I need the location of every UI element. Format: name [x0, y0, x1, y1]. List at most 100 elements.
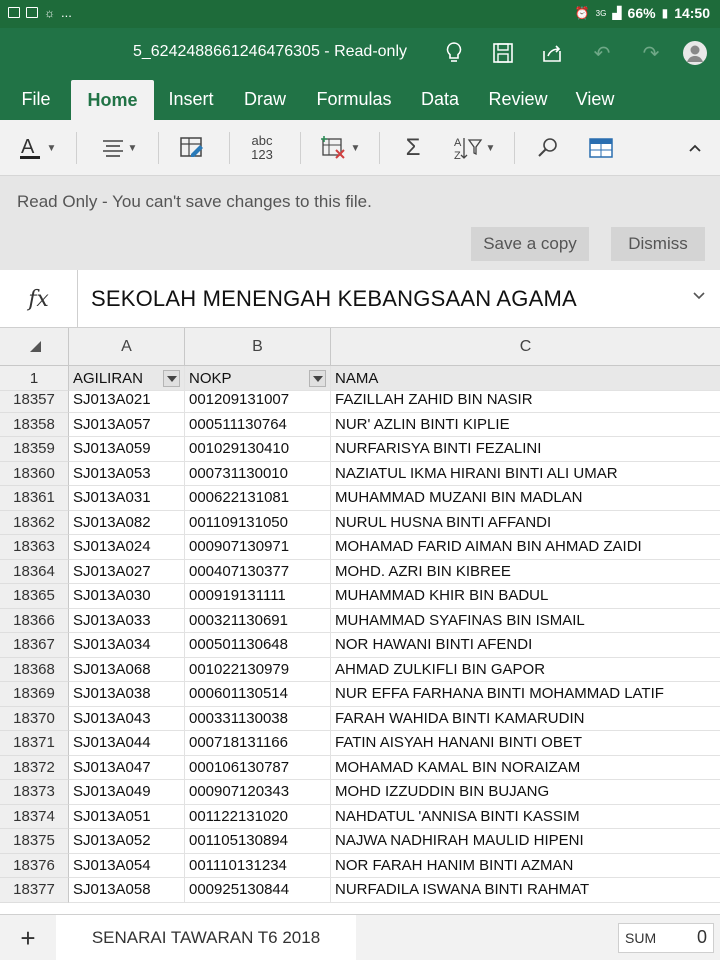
- cell-nokp[interactable]: 000919131111: [185, 584, 331, 609]
- row-number[interactable]: 18370: [0, 706, 69, 731]
- save-a-copy-button[interactable]: Save a copy: [471, 227, 589, 261]
- tab-review[interactable]: Review: [481, 78, 555, 120]
- cell-nama[interactable]: AHMAD ZULKIFLI BIN GAPOR: [331, 658, 720, 682]
- cell-nama[interactable]: MUHAMMAD KHIR BIN BADUL: [331, 584, 720, 609]
- spreadsheet-grid[interactable]: A B C 18357 SJ013A021 001209131007 FAZILLAH…: [0, 328, 720, 914]
- row-number[interactable]: 18375: [0, 829, 69, 854]
- cell-agiliran[interactable]: SJ013A068: [69, 657, 185, 682]
- cell-nokp[interactable]: 001209131007: [185, 388, 331, 413]
- cell-nama[interactable]: MUHAMMAD MUZANI BIN MADLAN: [331, 486, 720, 511]
- cell-nokp[interactable]: 001029130410: [185, 437, 331, 462]
- autosum-icon[interactable]: Σ: [398, 128, 428, 168]
- sort-filter-icon[interactable]: AZ ▼: [450, 128, 498, 168]
- cell-agiliran[interactable]: SJ013A059: [69, 437, 185, 462]
- row-number[interactable]: 18361: [0, 486, 69, 511]
- cell-nokp[interactable]: 001110131234: [185, 853, 331, 878]
- tab-file[interactable]: File: [10, 78, 62, 120]
- cell-nama[interactable]: MUHAMMAD SYAFINAS BIN ISMAIL: [331, 609, 720, 633]
- row-number[interactable]: 18360: [0, 461, 69, 486]
- filter-dropdown-icon[interactable]: [163, 370, 180, 387]
- cell-nokp[interactable]: 001022130979: [185, 657, 331, 682]
- row-number[interactable]: 18358: [0, 412, 69, 437]
- cell-nama[interactable]: NURFARISYA BINTI FEZALINI: [331, 437, 720, 462]
- row-number[interactable]: 18371: [0, 731, 69, 756]
- row-number[interactable]: 18372: [0, 755, 69, 780]
- fx-icon[interactable]: fx: [0, 270, 78, 328]
- cell-nama[interactable]: NURFADILA ISWANA BINTI RAHMAT: [331, 878, 720, 903]
- column-header-b[interactable]: B: [185, 328, 331, 366]
- cell-agiliran[interactable]: SJ013A057: [69, 412, 185, 437]
- dismiss-button[interactable]: Dismiss: [611, 227, 705, 261]
- header-cell-nokp[interactable]: NOKP: [185, 366, 331, 391]
- cell-styles-icon[interactable]: [175, 128, 209, 168]
- cell-agiliran[interactable]: SJ013A047: [69, 755, 185, 780]
- row-number[interactable]: 18359: [0, 437, 69, 462]
- row-number[interactable]: 18365: [0, 584, 69, 609]
- cell-agiliran[interactable]: SJ013A021: [69, 388, 185, 413]
- cell-agiliran[interactable]: SJ013A054: [69, 853, 185, 878]
- cell-agiliran[interactable]: SJ013A043: [69, 706, 185, 731]
- cell-nama[interactable]: MOHAMAD KAMAL BIN NORAIZAM: [331, 756, 720, 780]
- cell-agiliran[interactable]: SJ013A031: [69, 486, 185, 511]
- cell-nama[interactable]: NUR' AZLIN BINTI KIPLIE: [331, 413, 720, 437]
- cell-agiliran[interactable]: SJ013A027: [69, 559, 185, 584]
- row-number[interactable]: 18369: [0, 682, 69, 707]
- row-number[interactable]: 18377: [0, 878, 69, 903]
- cell-nokp[interactable]: 000925130844: [185, 878, 331, 903]
- cell-nokp[interactable]: 001109131050: [185, 510, 331, 535]
- cell-nokp[interactable]: 000718131166: [185, 731, 331, 756]
- cell-nokp[interactable]: 000731130010: [185, 461, 331, 486]
- tab-data[interactable]: Data: [414, 78, 466, 120]
- save-icon[interactable]: [490, 40, 516, 66]
- cell-nama[interactable]: MOHD IZZUDDIN BIN BUJANG: [331, 780, 720, 805]
- select-all-button[interactable]: [0, 328, 69, 366]
- cell-nama[interactable]: NAZIATUL IKMA HIRANI BINTI ALI UMAR: [331, 462, 720, 486]
- cell-agiliran[interactable]: SJ013A033: [69, 608, 185, 633]
- formula-input[interactable]: SEKOLAH MENENGAH KEBANGSAAN AGAMA: [91, 286, 577, 312]
- cell-nokp[interactable]: 000321130691: [185, 608, 331, 633]
- cell-agiliran[interactable]: SJ013A052: [69, 829, 185, 854]
- header-cell-nama[interactable]: NAMA: [331, 366, 720, 391]
- header-cell-agiliran[interactable]: AGILIRAN: [69, 366, 185, 391]
- cell-nama[interactable]: NUR EFFA FARHANA BINTI MOHAMMAD LATIF: [331, 682, 720, 707]
- tab-insert[interactable]: Insert: [160, 78, 222, 120]
- row-number[interactable]: 18362: [0, 510, 69, 535]
- row-number[interactable]: 18374: [0, 804, 69, 829]
- cell-agiliran[interactable]: SJ013A024: [69, 535, 185, 560]
- cell-nama[interactable]: FARAH WAHIDA BINTI KAMARUDIN: [331, 707, 720, 731]
- cell-nama[interactable]: NAJWA NADHIRAH MAULID HIPENI: [331, 829, 720, 854]
- cell-nokp[interactable]: 000106130787: [185, 755, 331, 780]
- cell-nokp[interactable]: 000511130764: [185, 412, 331, 437]
- collapse-ribbon-icon[interactable]: [680, 128, 710, 168]
- cell-nama[interactable]: NAHDATUL 'ANNISA BINTI KASSIM: [331, 805, 720, 829]
- number-format-button[interactable]: abc 123: [240, 128, 284, 168]
- row-number[interactable]: 18364: [0, 559, 69, 584]
- filter-dropdown-icon[interactable]: [309, 370, 326, 387]
- cell-nokp[interactable]: 000907120343: [185, 780, 331, 805]
- cell-nama[interactable]: NURUL HUSNA BINTI AFFANDI: [331, 511, 720, 535]
- tab-draw[interactable]: Draw: [236, 78, 294, 120]
- cell-agiliran[interactable]: SJ013A030: [69, 584, 185, 609]
- table-format-icon[interactable]: [585, 128, 617, 168]
- column-header-c[interactable]: C: [331, 328, 720, 366]
- row-number[interactable]: 18363: [0, 535, 69, 560]
- status-sum[interactable]: SUM 0: [618, 923, 714, 953]
- cell-agiliran[interactable]: SJ013A051: [69, 804, 185, 829]
- insert-delete-cells-icon[interactable]: ▼: [316, 128, 364, 168]
- lightbulb-icon[interactable]: [441, 40, 467, 66]
- cell-agiliran[interactable]: SJ013A053: [69, 461, 185, 486]
- cell-nama[interactable]: FATIN AISYAH HANANI BINTI OBET: [331, 731, 720, 756]
- cell-nama[interactable]: NOR FARAH HANIM BINTI AZMAN: [331, 854, 720, 878]
- tab-view[interactable]: View: [568, 78, 622, 120]
- align-button[interactable]: ▼: [96, 128, 142, 168]
- row-number[interactable]: 18367: [0, 633, 69, 658]
- row-number[interactable]: 18357: [0, 388, 69, 413]
- share-icon[interactable]: [539, 40, 565, 66]
- cell-nokp[interactable]: 000407130377: [185, 559, 331, 584]
- cell-nokp[interactable]: 001105130894: [185, 829, 331, 854]
- cell-agiliran[interactable]: SJ013A058: [69, 878, 185, 903]
- row-number[interactable]: 18373: [0, 780, 69, 805]
- sheet-tab[interactable]: SENARAI TAWARAN T6 2018: [56, 915, 356, 960]
- tab-home[interactable]: Home: [71, 80, 154, 120]
- cell-nama[interactable]: NOR HAWANI BINTI AFENDI: [331, 633, 720, 658]
